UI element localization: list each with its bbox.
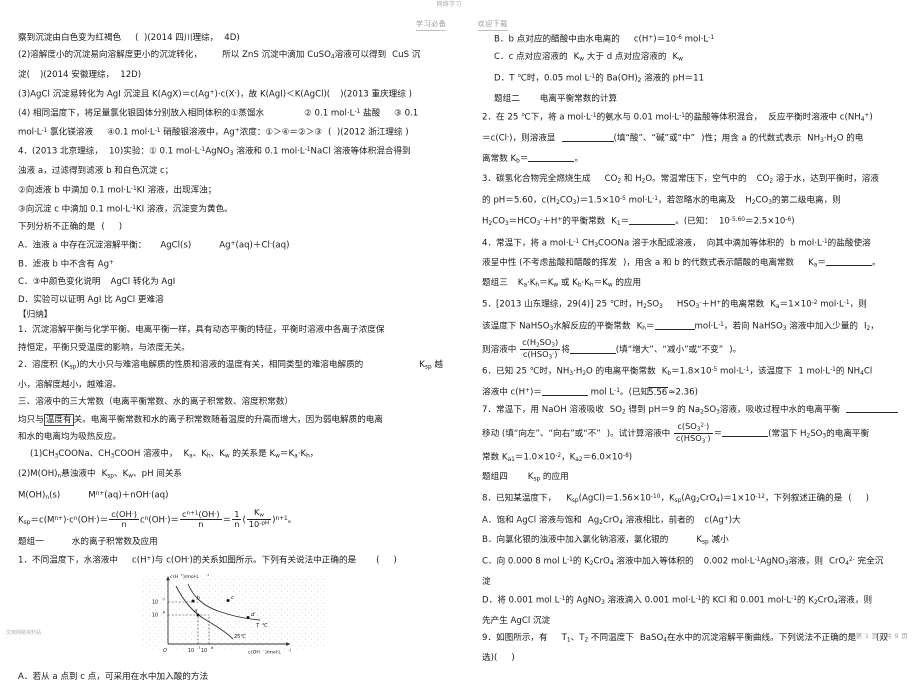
text-line: 下列分析不正确的是() xyxy=(18,221,123,232)
svg-text:-7: -7 xyxy=(162,598,165,602)
text-line: 液呈中性 (不考虑盐酸和醋酸的挥发)，用含 a 和 b 的代数式表示醋酸的电离常… xyxy=(482,258,881,269)
option-line: D．T ℃时，0.05 mol L-1的 Ba(OH)2 溶液的 pH＝11 xyxy=(494,73,705,85)
text-line: 4．(2013 北京理综， 10)实验：① 0.1 mol·L-1AgNO3 溶液… xyxy=(18,146,411,157)
text-line: 察到沉淀由白色变为红褐色( )(2014 四川理综， 4D) xyxy=(18,33,240,43)
text-line: 淀 xyxy=(482,576,491,587)
option-line: A．浊液 a 中存在沉淀溶解平衡： AgCl(s) Ag+(aq)＋Cl-(aq) xyxy=(18,240,290,251)
svg-text:(H: (H xyxy=(173,574,178,580)
svg-text:b: b xyxy=(197,596,201,602)
page-number-label: 第 1 页，共 9 页 xyxy=(855,632,908,640)
section-heading: 题组三 Ka·Kh＝Kw 或 Kb·Kh＝Kw 的应用 xyxy=(482,278,642,289)
text-line: mol·L-1 氯化镁溶液 ④0.1 mol·L-1 硝酸银溶液中，Ag+浓度：①… xyxy=(18,127,409,138)
text-line: (1)CH3COONa、CH3COOH 溶液中， Ka、Kh、Kw 的关系是 Kw… xyxy=(30,449,319,460)
text-line: 常数 Ka1＝1.0×10-2，Ka2＝6.0×10-8) xyxy=(482,452,633,463)
text-line: (4) 相同温度下，将足量氯化银固体分别放入相同体积的①蒸馏水 ② 0.1 mol… xyxy=(18,108,419,119)
water-ionization-chart: b c a d T ℃ 25℃ 10 -7 10 -6 O 10 -7 10 -… xyxy=(136,572,336,667)
text-line: ②向滤液 b 中滴加 0.1 mol·L-1KI 溶液，出现浑浊； xyxy=(18,185,217,196)
svg-text:)/mol·L: )/mol·L xyxy=(265,650,281,656)
text-line: 持恒定，平衡只受温度的影响，与浓度无关。 xyxy=(18,342,190,353)
option-line: C．c 点对应溶液的 Kw 大于 d 点对应溶液的 Kw xyxy=(494,52,683,63)
header-watermark-logo: 网络学习 · · · · · · · · xyxy=(404,1,494,15)
text-line: 2．溶度积 (Ksp)的大小只与难溶电解质的性质和溶液的温度有关，相同类型的难溶… xyxy=(18,359,443,371)
svg-text:(OH: (OH xyxy=(251,650,260,656)
text-line: 小，溶解度越小，越难溶。 xyxy=(18,379,122,390)
svg-text:-6: -6 xyxy=(162,611,165,615)
text-line: 三、溶液中的三大常数（电离平衡常数、水的离子积常数、溶度积常数） xyxy=(18,397,294,408)
chart-svg: b c a d T ℃ 25℃ 10 -7 10 -6 O 10 -7 10 -… xyxy=(142,573,324,656)
text-line: 溶液中 c(H+)＝ mol L-1。(已知5.56≈2.36) xyxy=(482,386,698,398)
text-line: 8．已知某温度下， Ksp(AgCl)＝1.56×10-10，Ksp(Ag2CrO… xyxy=(482,493,870,505)
svg-text:10: 10 xyxy=(152,600,158,606)
section-heading: 题组一 水的离子积常数及应用 xyxy=(18,537,158,548)
text-line: 离常数 Kb＝。 xyxy=(482,154,584,165)
option-line: C．向 0.000 8 mol L-1的 K2CrO4 溶液中加入等体积的 0.0… xyxy=(482,556,884,568)
text-line: H2CO3＝HCO3-＋H+的平衡常数 K1＝ 。(已知： 10-5.60＝2.5×1… xyxy=(482,217,795,228)
text-line: 淀()(2014 安徽理综， 12D) xyxy=(18,70,142,81)
text-line: ③向沉淀 c 中滴加 0.1 mol·L-1KI 溶液，沉淀变为黄色。 xyxy=(18,204,233,215)
document-page: 网络学习 · · · · · · · · 学习必备 欢迎下载 察到沉淀由白色变为… xyxy=(0,0,920,682)
boxed-phrase: 温度有 xyxy=(43,413,74,426)
svg-text:25℃: 25℃ xyxy=(234,634,246,640)
left-text-column: 察到沉淀由白色变为红褐色( )(2014 四川理综， 4D) (2)溶解度小的沉淀… xyxy=(18,30,443,687)
text-line: 先产生 AgCl 沉淀 xyxy=(482,615,551,626)
text-line: 2．在 25 ℃下，将 a mol·L-1的氨水与 0.01 mol·L-1的盐… xyxy=(482,112,873,124)
svg-text:℃: ℃ xyxy=(262,623,268,629)
text-line: 和水的电离均为吸热反应。 xyxy=(18,432,122,443)
header-watermark-text: 网络学习 xyxy=(436,1,462,8)
svg-text:c: c xyxy=(231,595,234,601)
right-text-column: B．b 点对应的醋酸中由水电离的 c(H+)＝10-6 mol·L-1 C．c 点… xyxy=(482,30,902,668)
text-line: 该温度下 NaHSO3水解反应的平衡常数 Kh＝ mol·L-1，若向 NaHSO3… xyxy=(482,321,879,333)
text-line: ＝c(Cl-)，则溶液显 (填“酸”、“碱”或“中”)性；用含 a 的代数式表示 N… xyxy=(482,134,864,145)
text-line: 1．不同温度下，水溶液中 c(H+)与 c(OH-)的关系如图所示。下列有关说法中… xyxy=(18,556,397,567)
text-line: 均只与 温度有 关。电离平衡常数和水的离子积常数随着温度的升高而增大，因为弱电解质的… xyxy=(18,413,383,426)
text-line: 6．已知 25 ℃时，NH3·H2O 的电离平衡常数 Kb＝1.8×10-5 mo… xyxy=(482,366,873,377)
text-line: (3)AgCl 沉淀易转化为 AgI 沉淀且 K(AgX)＝c(Ag+)·c(X… xyxy=(18,89,412,100)
svg-text:-: - xyxy=(263,649,264,653)
formula-line: Ksp＝c(Mn+)·cn(OH-)＝ c(OH-) n cn(OH-)＝ cn+1(O… xyxy=(18,507,297,530)
text-line: 选)() xyxy=(482,653,515,664)
svg-text:)/mol·L: )/mol·L xyxy=(183,574,199,580)
svg-text:-1: -1 xyxy=(206,573,209,577)
text-line: 7．常温下，用 NaOH 溶液吸收 SO2 得到 pH＝9 的 Na2SO3溶液，… xyxy=(482,402,902,422)
option-line: B．b 点对应的醋酸中由水电离的 c(H+)＝10-6 mol·L-1 xyxy=(494,34,715,45)
section-heading: 题组四 Ksp 的应用 xyxy=(482,472,569,483)
svg-text:10: 10 xyxy=(152,613,158,619)
svg-text:-7: -7 xyxy=(197,646,200,650)
text-line: (2)溶解度小的沉淀易向溶解度更小的沉淀转化， 所以 ZnS 沉淀中滴加 CuSO… xyxy=(18,50,421,61)
svg-text:-1: -1 xyxy=(288,649,291,653)
footer-watermark-subtext: · · · · · · xyxy=(6,637,32,641)
text-line: 1．沉淀溶解平衡与化学平衡、电离平衡一样，具有动态平衡的特征，平衡时溶液中各离子… xyxy=(18,325,385,336)
text-line: 5．[2013 山东理综，29(4)] 25 ℃时，H2SO3 HSO3-＋H+的… xyxy=(482,299,867,311)
option-line: C．③中颜色变化说明 AgCl 转化为 AgI xyxy=(18,277,176,288)
text-line: 浊液 a，过滤得到滤液 b 和白色沉淀 c； xyxy=(18,166,174,177)
footer-watermark-logo: 文库网络资料站 · · · · · · xyxy=(6,630,41,642)
text-line: 移动 (填“向左”、“向右”或“不”)。试计算溶液中 c(SO32-) c(HSO… xyxy=(482,421,870,445)
text-line: M(OH)n(s) Mn+(aq)＋nOH-(aq) xyxy=(18,490,169,502)
option-line: A．若从 a 点到 c 点，可采用在水中加入酸的方法 xyxy=(18,672,209,683)
option-line: D．实验可以证明 AgI 比 AgCl 更难溶 xyxy=(18,294,164,305)
section-heading: 【归纳】 xyxy=(18,310,53,321)
header-watermark-subtext: · · · · · · · · xyxy=(427,9,471,14)
option-line: D．将 0.001 mol L-1的 AgNO3 溶液滴入 0.001 mol·… xyxy=(482,595,873,607)
text-line: 则溶液中 c(H2SO3) c(HSO3-) 将 (填“增大”、“减小”或“不变”)。 xyxy=(482,337,742,361)
svg-text:-6: -6 xyxy=(210,646,213,650)
text-line: (2)M(OH)n悬浊液中 Ksp、Kw、pH 间关系 xyxy=(18,469,183,480)
text-line: 4．常温下，将 a mol·L-1 CH3COONa 溶于水配成溶液， 向其中滴加… xyxy=(482,238,871,250)
section-heading: 题组二 电离平衡常数的计算 xyxy=(494,93,618,104)
svg-text:a: a xyxy=(194,609,197,615)
text-line: 的 pH＝5.60，c(H2CO3)＝1.5×10-5 mol·L-1，若忽略水… xyxy=(482,195,841,206)
option-line: B．滤液 b 中不含有 Ag+ xyxy=(18,259,114,270)
option-line: A．饱和 AgCl 溶液与饱和 Ag2CrO4 溶液相比，前者的 c(Ag+)大 xyxy=(482,515,741,526)
option-line: B．向氯化银的浊液中加入氯化钠溶液，氯化银的 Ksp 减小 xyxy=(482,535,729,546)
text-line: 3．碳氢化合物完全燃烧生成 CO2 和 H2O。常温常压下，空气中的 CO2 溶于水… xyxy=(482,173,879,185)
text-line: 9．如图所示，有 T1、T2 不同温度下 BaSO4在水中的沉淀溶解平衡曲线。下列说… xyxy=(482,633,888,644)
svg-text:d: d xyxy=(251,612,255,618)
